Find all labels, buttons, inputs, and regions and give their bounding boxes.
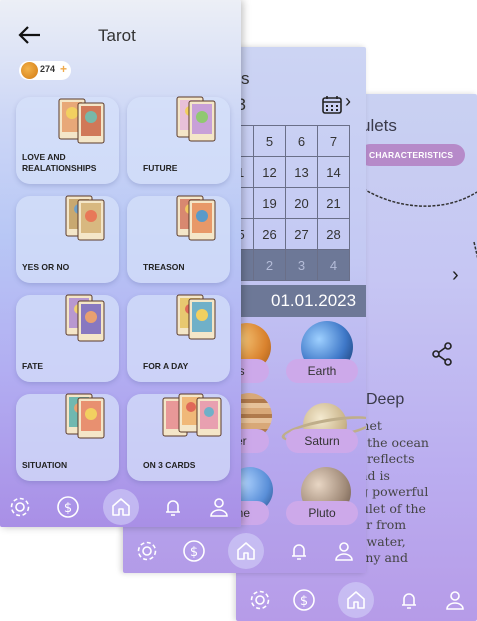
profile-icon[interactable]	[326, 533, 362, 569]
tarot-category-yes-or-no[interactable]: YES OR NO	[16, 195, 119, 283]
amulet-screen-title: ulets	[361, 116, 397, 135]
tarot-category-future[interactable]: FUTURE	[127, 96, 230, 184]
tile-label: FOR A DAY	[143, 360, 189, 371]
tarot-cards-image	[176, 96, 216, 142]
calendar-day[interactable]: 20	[286, 188, 318, 219]
coin-icon	[21, 62, 38, 79]
necklace-image	[356, 183, 477, 259]
amulet-heading: Deep	[366, 391, 405, 408]
profile-icon[interactable]	[437, 582, 473, 618]
calendar-day[interactable]: 26	[254, 219, 286, 250]
tile-label: LOVE AND REALATIONSHIPS	[22, 152, 97, 173]
home-icon[interactable]	[228, 533, 264, 569]
tarot-cards-image	[58, 98, 105, 144]
calendar-day[interactable]: 7	[318, 126, 350, 157]
page-title: Tarot	[98, 26, 136, 45]
tile-label: FATE	[22, 360, 44, 371]
tile-label: FUTURE	[143, 162, 178, 173]
coin-count: 274	[40, 64, 56, 74]
svg-text:$: $	[64, 501, 72, 516]
planet-label-pluto[interactable]: Pluto	[286, 501, 358, 525]
share-icon[interactable]	[432, 342, 454, 366]
tarot-cards-image	[176, 294, 216, 340]
tarot-category-on-3-cards[interactable]: ON 3 CARDS	[127, 393, 230, 481]
dollar-icon[interactable]: $	[50, 489, 86, 525]
selected-date-bar: e 01.01.2023	[221, 285, 366, 317]
calendar-day[interactable]: 21	[318, 188, 350, 219]
tarot-category-fate[interactable]: FATE	[16, 294, 119, 382]
profile-icon[interactable]	[201, 489, 237, 525]
add-coins-icon[interactable]: +	[60, 62, 67, 76]
tile-label: SITUATION	[22, 459, 68, 470]
tile-label: ON 3 CARDS	[143, 459, 196, 470]
calendar-icon[interactable]	[322, 95, 342, 114]
svg-text:$: $	[190, 545, 198, 560]
tile-label: YES OR NO	[22, 261, 70, 272]
calendar-day[interactable]: 19	[254, 188, 286, 219]
tile-label: TREASON	[143, 261, 185, 272]
next-month-chevron-icon[interactable]: ›	[345, 91, 351, 112]
tarot-cards-image	[176, 195, 216, 241]
bottom-nav: $	[123, 533, 364, 573]
calendar-day-next-month[interactable]: 3	[286, 250, 318, 281]
tarot-category-for-a-day[interactable]: FOR A DAY	[127, 294, 230, 382]
back-arrow-icon[interactable]	[17, 22, 43, 48]
calendar-day-next-month[interactable]: 2	[254, 250, 286, 281]
calendar-day[interactable]: 27	[286, 219, 318, 250]
calendar-day[interactable]: 5	[254, 126, 286, 157]
chevron-right-icon[interactable]: ›	[452, 264, 459, 287]
settings-icon[interactable]	[129, 533, 165, 569]
home-icon[interactable]	[338, 582, 374, 618]
calendar-day-next-month[interactable]: 4	[318, 250, 350, 281]
calendar-day[interactable]: 14	[318, 157, 350, 188]
calendar-day[interactable]: 12	[254, 157, 286, 188]
tarot-category-situation[interactable]: SITUATION	[16, 393, 119, 481]
tarot-category-treason[interactable]: TREASON	[127, 195, 230, 283]
settings-icon[interactable]	[2, 489, 38, 525]
tarot-cards-image	[65, 195, 105, 241]
selected-date: 01.01.2023	[271, 291, 357, 310]
dollar-icon[interactable]: $	[286, 582, 322, 618]
dollar-icon[interactable]: $	[176, 533, 212, 569]
tarot-category-love[interactable]: LOVE AND REALATIONSHIPS	[16, 97, 119, 184]
bell-icon[interactable]	[155, 489, 191, 525]
tarot-cards-image	[65, 393, 105, 439]
settings-icon[interactable]	[242, 582, 278, 618]
coin-balance-badge[interactable]: 274 +	[19, 61, 71, 80]
bell-icon[interactable]	[281, 533, 317, 569]
bottom-nav: $	[236, 582, 477, 621]
calendar-day[interactable]: 28	[318, 219, 350, 250]
characteristics-chip[interactable]: CHARACTERISTICS	[359, 144, 466, 166]
calendar-day[interactable]: 6	[286, 126, 318, 157]
bell-icon[interactable]	[391, 582, 427, 618]
tarot-screen: Tarot 274 + LOVE AND REALATIONSHIPS FUTU…	[0, 0, 241, 527]
planet-label-earth[interactable]: Earth	[286, 359, 358, 383]
bottom-nav: $	[0, 489, 241, 527]
svg-text:$: $	[300, 594, 308, 609]
home-icon[interactable]	[103, 489, 139, 525]
tarot-cards-image	[162, 393, 222, 437]
tarot-cards-image	[65, 294, 105, 342]
calendar-day[interactable]: 13	[286, 157, 318, 188]
planet-label-saturn[interactable]: Saturn	[286, 429, 358, 453]
